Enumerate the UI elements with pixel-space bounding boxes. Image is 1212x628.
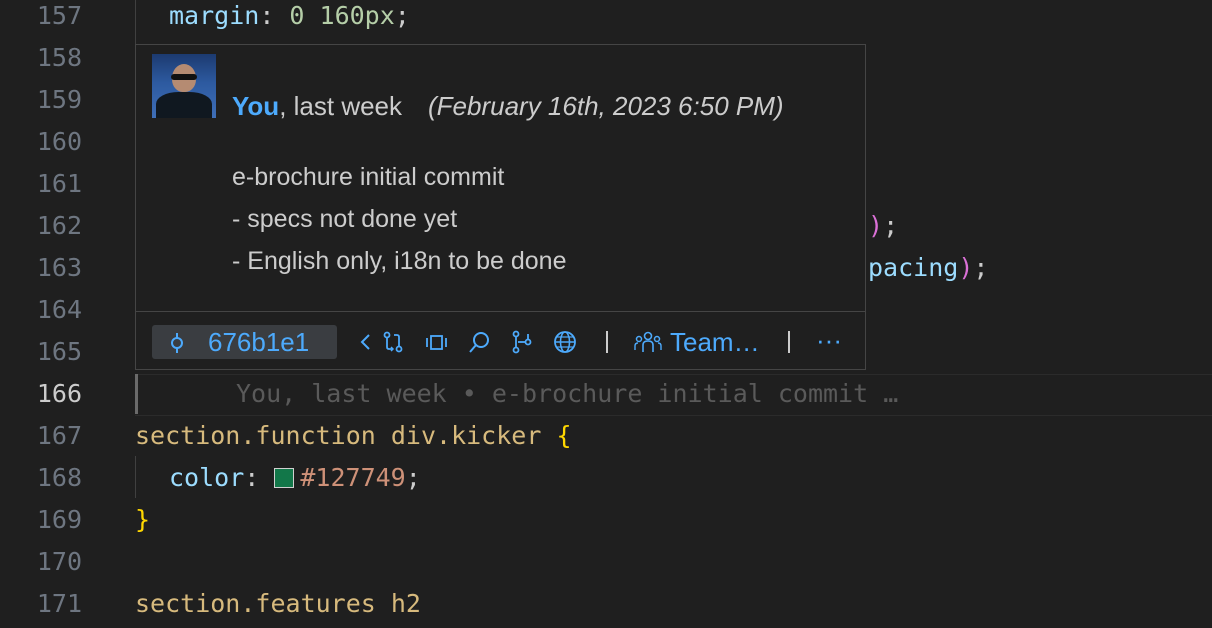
semicolon: ;	[405, 463, 421, 492]
toolbar-separator	[606, 331, 608, 353]
line-number: 159	[36, 85, 82, 114]
css-color-value: #127749	[300, 463, 406, 492]
commit-sha: 676b1e1	[208, 327, 310, 357]
code-text[interactable]: pacing);	[868, 250, 988, 286]
toolbar-separator	[788, 331, 790, 353]
author-name-link[interactable]: You	[232, 91, 279, 121]
author-line: You, last week (February 16th, 2023 6:50 …	[232, 91, 784, 122]
code-line[interactable]: 167 section.function div.kicker {	[0, 418, 1212, 460]
paren: )	[958, 253, 974, 282]
team-icon[interactable]	[634, 330, 662, 354]
css-value: 0 160px	[289, 1, 395, 30]
code-text[interactable]: section.function div.kicker {	[135, 418, 572, 454]
more-actions-button[interactable]: ···	[816, 325, 842, 355]
divider	[136, 311, 865, 312]
git-commit-icon	[171, 333, 183, 353]
hover-toolbar: 676b1e1 Team… ···	[152, 325, 852, 359]
line-number: 162	[36, 211, 82, 240]
inline-blame-annotation[interactable]: You, last week • e-brochure initial comm…	[236, 376, 898, 412]
colon: :	[244, 463, 275, 492]
commit-date: (February 16th, 2023 6:50 PM)	[428, 91, 784, 121]
search-icon[interactable]	[468, 330, 492, 354]
code-text[interactable]: color: #127749;	[135, 460, 421, 496]
colon: :	[259, 1, 290, 30]
commit-message-line: - specs not done yet	[232, 205, 458, 233]
code-text[interactable]: section.features h2	[135, 586, 421, 622]
line-number: 157	[36, 1, 82, 30]
line-number-active: 166	[36, 379, 82, 408]
team-button-label[interactable]: Team…	[670, 325, 760, 359]
line-number: 171	[36, 589, 82, 618]
code-line[interactable]: 171 section.features h2	[0, 586, 1212, 628]
css-variable-fragment: pacing	[868, 253, 959, 282]
blame-hover-card: You, last week (February 16th, 2023 6:50 …	[135, 44, 866, 370]
line-number: 165	[36, 337, 82, 366]
author-avatar[interactable]	[152, 54, 216, 118]
previous-change-icon[interactable]	[354, 330, 378, 354]
compare-files-icon[interactable]	[424, 330, 448, 354]
line-number: 170	[36, 547, 82, 576]
code-text[interactable]: margin: 0 160px;	[135, 0, 410, 34]
commit-message-line: - English only, i18n to be done	[232, 247, 567, 275]
css-selector: section.features h2	[135, 589, 421, 618]
code-line[interactable]: 170	[0, 544, 1212, 586]
color-swatch[interactable]	[274, 468, 295, 488]
line-number: 169	[36, 505, 82, 534]
css-property: color	[169, 463, 245, 492]
line-number: 163	[36, 253, 82, 282]
git-graph-icon[interactable]	[510, 330, 534, 354]
code-line[interactable]: 169 }	[0, 502, 1212, 544]
line-number: 164	[36, 295, 82, 324]
css-selector: section.function div.kicker	[135, 421, 557, 450]
line-number: 168	[36, 463, 82, 492]
code-line[interactable]: 168 color: #127749;	[0, 460, 1212, 502]
code-text[interactable]: );	[868, 208, 898, 244]
css-property: margin	[169, 1, 260, 30]
brace: }	[135, 505, 151, 534]
commit-message-line: e-brochure initial commit	[232, 163, 505, 191]
commit-sha-button[interactable]: 676b1e1	[152, 325, 337, 359]
relative-time: , last week	[279, 91, 403, 121]
line-number: 161	[36, 169, 82, 198]
line-number: 167	[36, 421, 82, 450]
line-number: 158	[36, 43, 82, 72]
paren: )	[868, 211, 884, 240]
code-line[interactable]: 157 margin: 0 160px;	[0, 0, 1212, 40]
brace: {	[556, 421, 572, 450]
globe-icon[interactable]	[553, 330, 577, 354]
line-number: 160	[36, 127, 82, 156]
code-text[interactable]: }	[135, 502, 150, 538]
semicolon: ;	[394, 1, 410, 30]
semicolon: ;	[883, 211, 899, 240]
semicolon: ;	[973, 253, 989, 282]
text-cursor	[135, 374, 138, 414]
open-changes-icon[interactable]	[381, 330, 405, 354]
